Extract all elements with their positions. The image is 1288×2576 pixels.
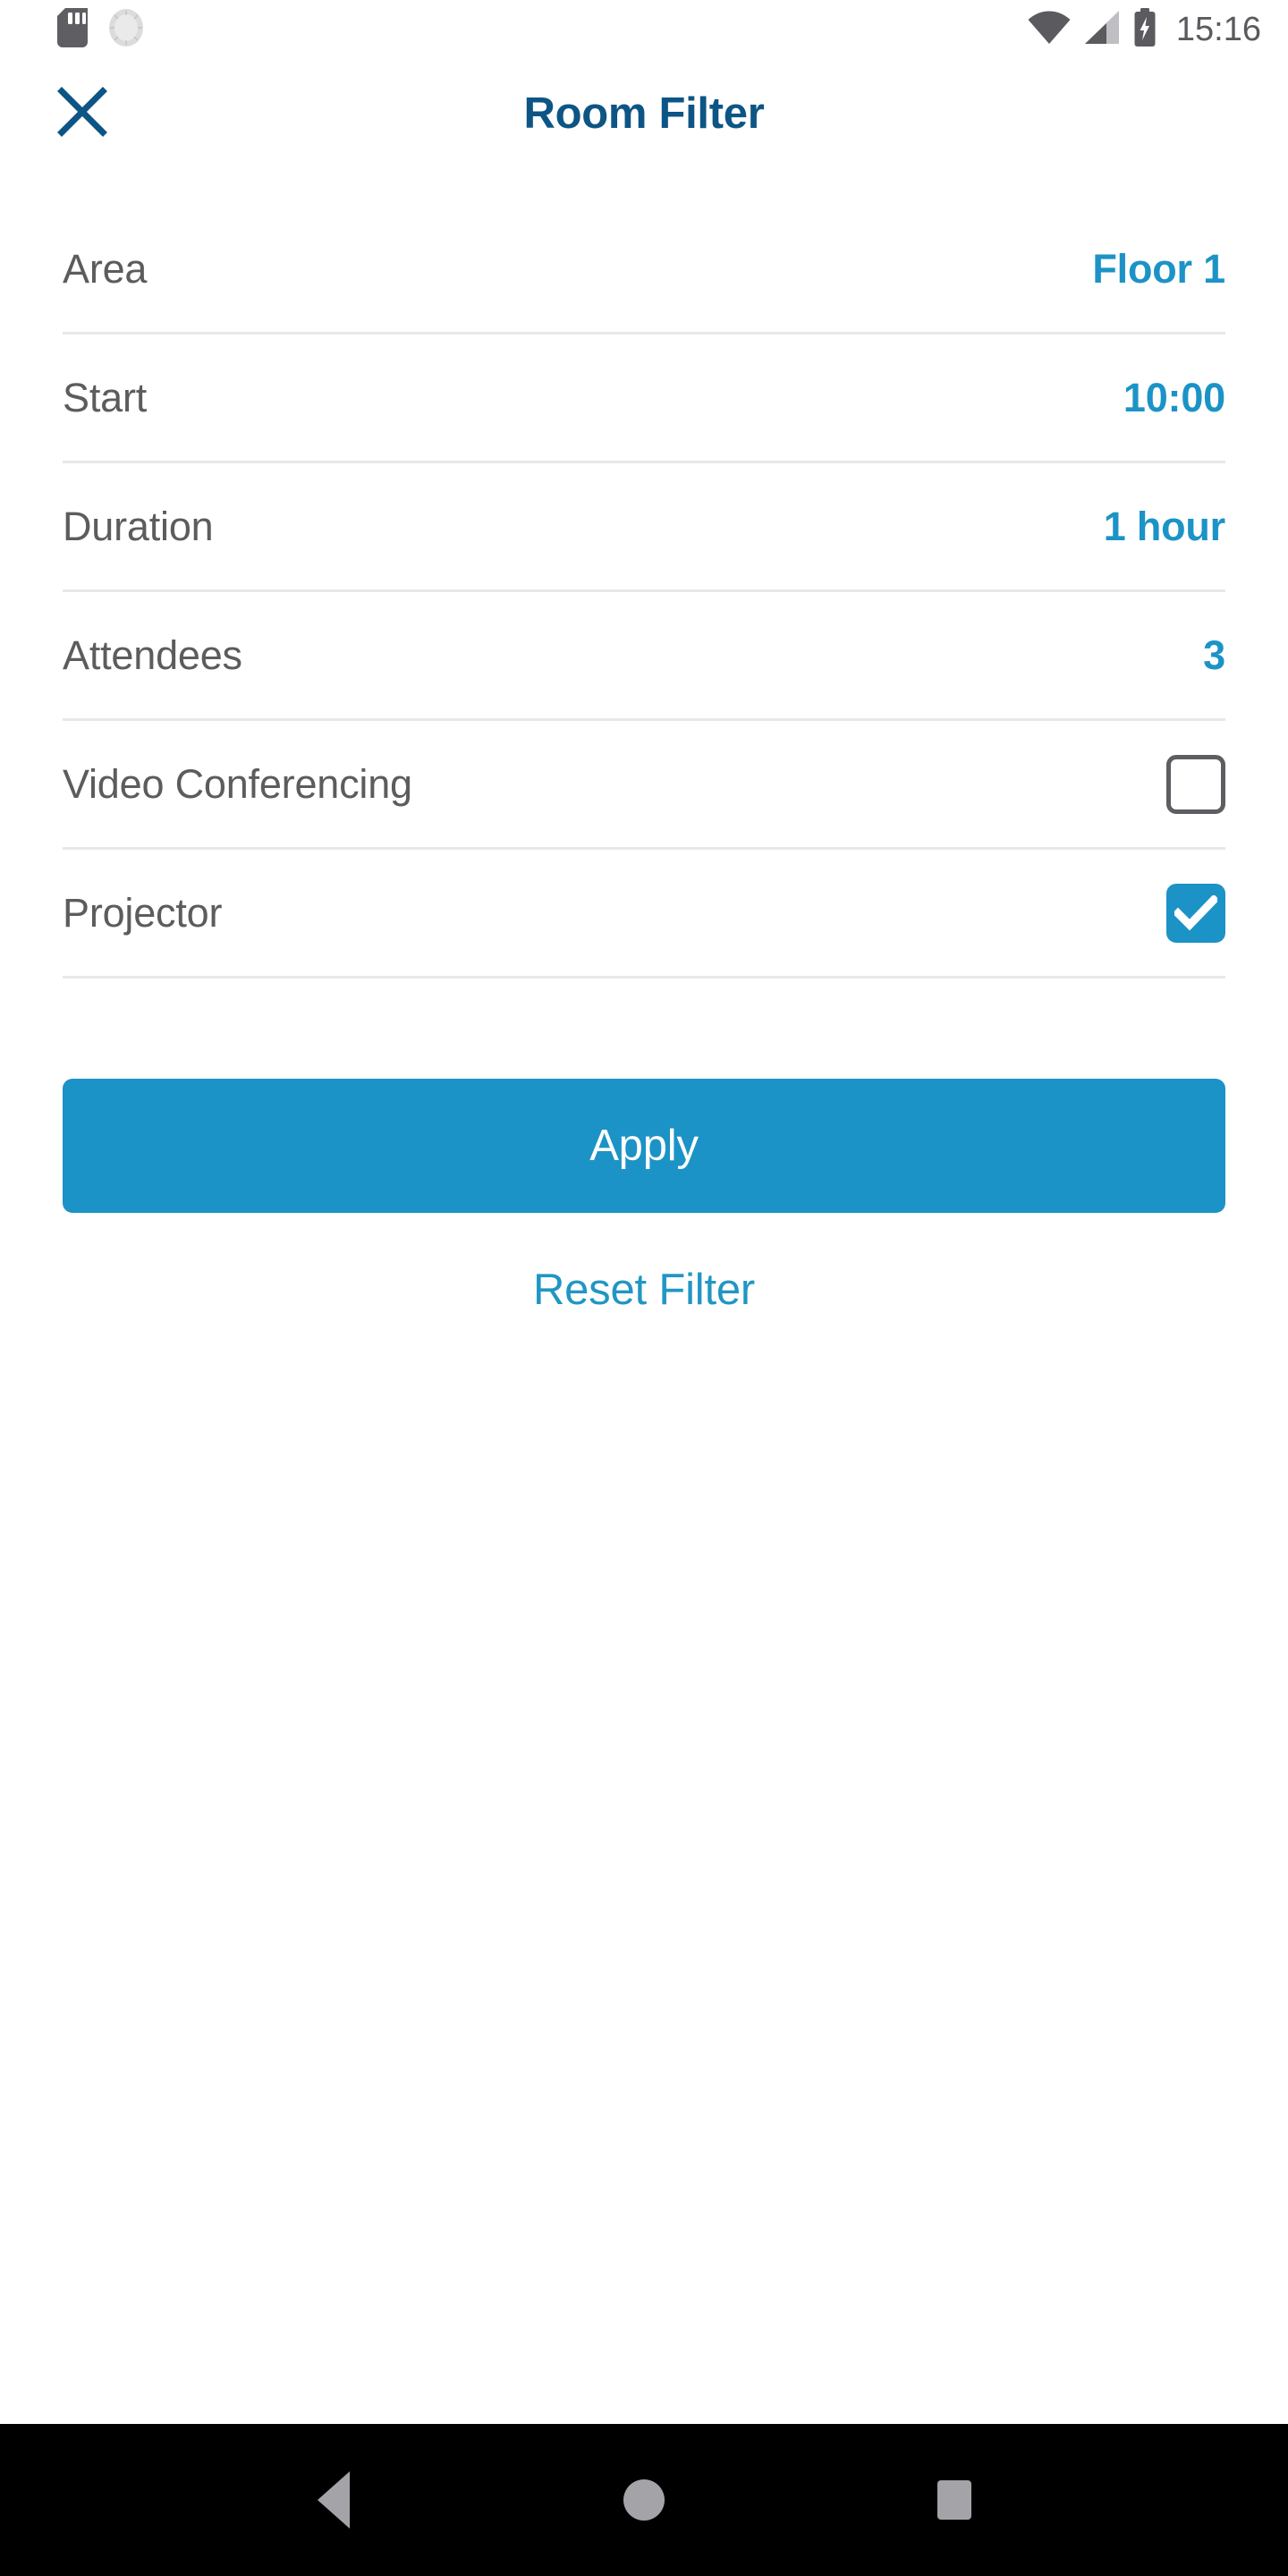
checkmark-icon: [1174, 894, 1217, 931]
status-bar-left-icons: [57, 7, 145, 52]
back-nav-button[interactable]: [284, 2451, 383, 2549]
page-title: Room Filter: [523, 89, 765, 138]
filter-list: Area Floor 1 Start 10:00 Duration 1 hour…: [0, 206, 1288, 979]
sd-card-icon: [57, 7, 88, 52]
filter-value-area: Floor 1: [1092, 245, 1225, 292]
filter-row-area[interactable]: Area Floor 1: [63, 206, 1225, 335]
filter-label-duration: Duration: [63, 503, 214, 549]
filter-value-duration: 1 hour: [1103, 503, 1226, 549]
filter-row-duration[interactable]: Duration 1 hour: [63, 463, 1225, 592]
cellular-signal-icon: [1083, 10, 1121, 50]
filter-value-attendees: 3: [1203, 631, 1225, 678]
filter-label-projector: Projector: [63, 889, 223, 936]
status-bar-right-icons: 15:16: [1028, 7, 1261, 52]
checkbox-projector[interactable]: [1166, 883, 1225, 943]
status-bar-clock: 15:16: [1175, 11, 1261, 48]
apply-button[interactable]: Apply: [63, 1079, 1225, 1213]
actions-section: Apply Reset Filter: [0, 1079, 1288, 1315]
close-button[interactable]: [50, 81, 114, 146]
home-nav-icon: [623, 2479, 665, 2521]
filter-row-start[interactable]: Start 10:00: [63, 335, 1225, 463]
filter-label-start: Start: [63, 374, 148, 420]
title-bar: Room Filter: [0, 59, 1288, 168]
close-icon: [56, 86, 108, 142]
alarm-clock-icon: [107, 8, 145, 52]
filter-value-start: 10:00: [1123, 374, 1225, 420]
wifi-icon: [1028, 10, 1071, 50]
recents-nav-button[interactable]: [905, 2451, 1004, 2549]
reset-filter-button[interactable]: Reset Filter: [63, 1265, 1225, 1315]
filter-row-projector[interactable]: Projector: [63, 850, 1225, 979]
filter-label-attendees: Attendees: [63, 631, 242, 678]
filter-label-video-conferencing: Video Conferencing: [63, 760, 412, 807]
filter-row-video-conferencing[interactable]: Video Conferencing: [63, 721, 1225, 850]
checkbox-video-conferencing[interactable]: [1166, 754, 1225, 814]
filter-row-attendees[interactable]: Attendees 3: [63, 592, 1225, 721]
android-navigation-bar: [0, 2424, 1288, 2576]
back-nav-icon: [318, 2471, 351, 2529]
battery-charging-icon: [1133, 7, 1157, 52]
content-spacer: [0, 1315, 1288, 2424]
status-bar: 15:16: [0, 0, 1288, 59]
home-nav-button[interactable]: [595, 2451, 693, 2549]
recents-nav-icon: [936, 2480, 971, 2520]
filter-label-area: Area: [63, 245, 148, 292]
app-screen: 15:16 Room Filter Area Floor 1 Start 10:…: [0, 0, 1288, 2576]
